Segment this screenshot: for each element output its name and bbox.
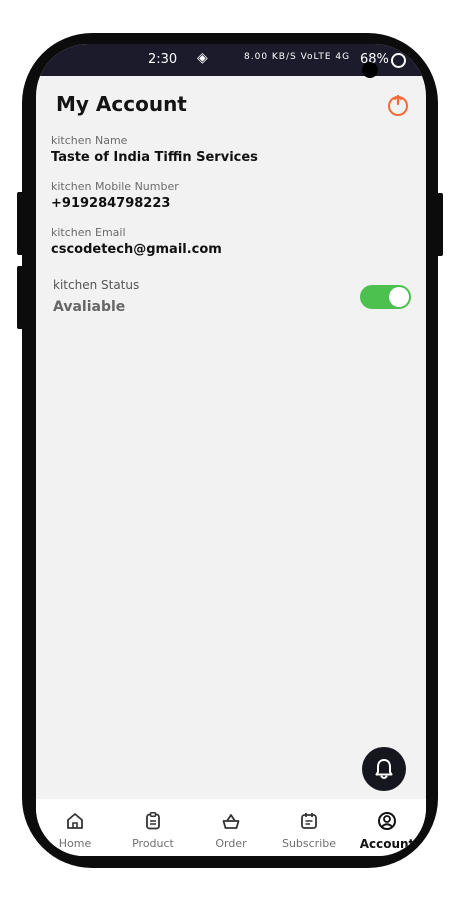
battery-ring-icon bbox=[391, 53, 406, 68]
nav-item-order[interactable]: Order bbox=[192, 799, 270, 856]
toggle-knob bbox=[389, 287, 409, 307]
status-label: kitchen Status bbox=[53, 278, 140, 292]
status-time: 2:30 bbox=[148, 52, 178, 67]
home-icon bbox=[67, 813, 83, 829]
user-icon bbox=[378, 812, 396, 830]
status-value: Avaliable bbox=[53, 299, 126, 315]
power-side-button bbox=[434, 193, 443, 256]
availability-toggle[interactable] bbox=[360, 285, 411, 309]
nav-label-home: Home bbox=[58, 837, 92, 850]
notification-button[interactable] bbox=[362, 747, 406, 791]
kitchen-name-value: Taste of India Tiffin Services bbox=[51, 150, 258, 165]
nav-label-subscribe: Subscribe bbox=[281, 837, 337, 850]
bell-icon bbox=[375, 759, 393, 779]
nav-item-account[interactable]: Account bbox=[348, 799, 426, 856]
nav-label-account: Account bbox=[359, 837, 415, 851]
nav-item-subscribe[interactable]: Subscribe bbox=[270, 799, 348, 856]
nav-item-home[interactable]: Home bbox=[36, 799, 114, 856]
volume-down-button bbox=[17, 266, 26, 329]
nav-label-order: Order bbox=[215, 837, 247, 850]
email-label: kitchen Email bbox=[51, 226, 126, 239]
app-notification-icon: ◈ bbox=[197, 50, 208, 66]
kitchen-name-label: kitchen Name bbox=[51, 134, 128, 147]
front-camera bbox=[362, 62, 378, 78]
page-title: My Account bbox=[56, 92, 187, 116]
power-icon[interactable] bbox=[386, 93, 410, 117]
volume-up-button bbox=[17, 192, 26, 255]
nav-item-product[interactable]: Product bbox=[114, 799, 192, 856]
bottom-nav: Home Product Order Subscribe Account bbox=[36, 799, 426, 856]
mobile-value: +919284798223 bbox=[51, 196, 171, 211]
basket-icon bbox=[222, 814, 240, 829]
status-bar: 2:30 ◈ 8.00 KB/S VoLTE 4G 68% bbox=[36, 44, 426, 78]
email-value: cscodetech@gmail.com bbox=[51, 242, 222, 257]
nav-label-product: Product bbox=[132, 837, 174, 850]
calendar-icon bbox=[301, 813, 317, 829]
app-screen: 2:30 ◈ 8.00 KB/S VoLTE 4G 68% My Account… bbox=[36, 44, 426, 856]
clipboard-icon bbox=[146, 812, 160, 830]
mobile-label: kitchen Mobile Number bbox=[51, 180, 179, 193]
network-indicator: 8.00 KB/S VoLTE 4G bbox=[244, 52, 351, 62]
